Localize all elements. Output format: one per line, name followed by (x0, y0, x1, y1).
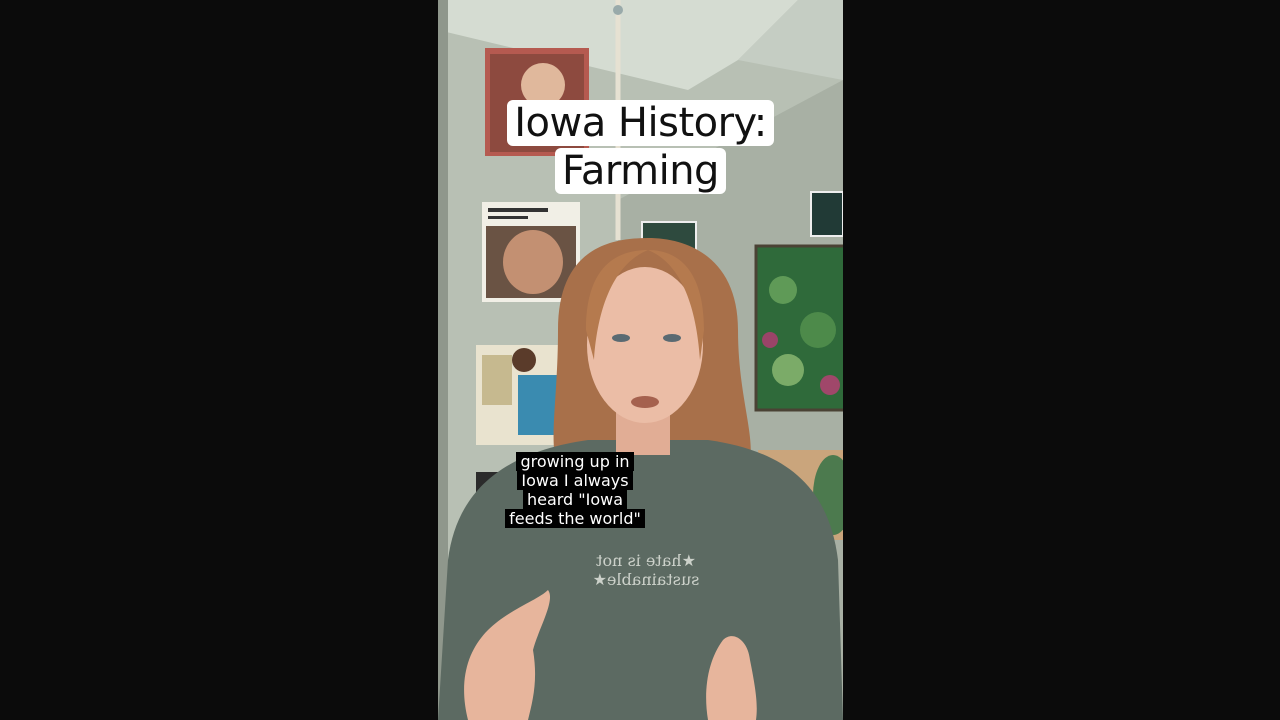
rope-hook (613, 5, 623, 15)
album-bottom-left-hat (512, 348, 536, 372)
caption-line-text: growing up in (516, 452, 634, 471)
album-top-left-face (521, 63, 565, 107)
mouth (631, 396, 659, 408)
caption-line-text: Iowa I always (517, 471, 633, 490)
album-bottom-left-figure (518, 375, 558, 435)
right-eye (663, 334, 681, 342)
video-scene (438, 0, 843, 720)
video-frame[interactable]: ★hate is not sustainable★ Iowa History: … (438, 0, 843, 720)
album-jim-croce-text (488, 208, 548, 212)
album-jim-croce-face (503, 230, 563, 294)
caption-line: Iowa I always (440, 471, 710, 490)
caption-line-text: heard "Iowa (522, 490, 628, 509)
caption-line: heard "Iowa (440, 490, 710, 509)
caption-line: growing up in (440, 452, 710, 471)
caption-line: feeds the world" (440, 509, 710, 528)
shirt-text: ★hate is not sustainable★ (592, 551, 700, 589)
left-eye (612, 334, 630, 342)
frame-small-right (810, 191, 843, 237)
caption-line-text: feeds the world" (505, 509, 645, 528)
letterbox-background: ★hate is not sustainable★ Iowa History: … (0, 0, 1280, 720)
